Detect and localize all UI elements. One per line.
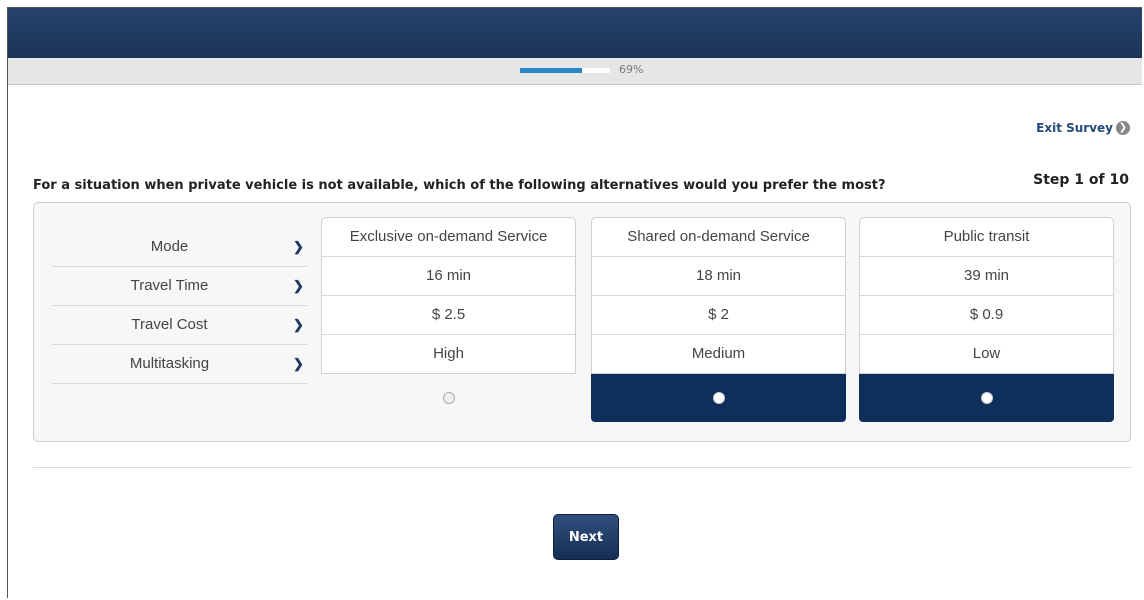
travel-time-cell: 18 min — [592, 257, 845, 296]
travel-cost-cell: $ 2.5 — [322, 296, 575, 335]
chevron-right-icon: ❯ — [293, 356, 304, 371]
multitasking-cell: Medium — [691, 345, 746, 362]
mode-cell: Public transit — [860, 218, 1113, 257]
step-indicator: Step 1 of 10 — [1033, 172, 1129, 188]
select-option-public-transit[interactable] — [859, 374, 1114, 422]
attribute-column: Mode ❯ Travel Time ❯ Travel Cost ❯ Multi… — [52, 228, 307, 384]
attribute-label: Mode — [150, 238, 189, 255]
mode-cell: Exclusive on-demand Service — [322, 218, 575, 257]
chevron-right-icon: ❯ — [293, 278, 304, 293]
chevron-right-icon: ❯ — [293, 239, 304, 254]
select-option-exclusive[interactable] — [321, 374, 576, 422]
attribute-label: Multitasking — [129, 355, 210, 372]
alternative-exclusive: Exclusive on-demand Service 16 min $ 2.5… — [321, 217, 576, 422]
header-bar — [8, 8, 1142, 58]
next-button[interactable]: Next — [553, 514, 619, 560]
travel-time-cell: 39 min — [860, 257, 1113, 296]
travel-cost-cell: $ 0.9 — [860, 296, 1113, 335]
multitasking-cell: Low — [972, 345, 1001, 362]
progress-bar — [520, 68, 610, 73]
multitasking-cell: High — [433, 345, 464, 362]
progress-fill — [520, 68, 583, 73]
alternative-card: Exclusive on-demand Service 16 min $ 2.5… — [321, 217, 576, 374]
attribute-row: Travel Cost ❯ — [52, 306, 307, 345]
progress-strip: 69% — [8, 58, 1142, 85]
attribute-row: Mode ❯ — [52, 228, 307, 267]
attribute-label: Travel Cost — [131, 316, 208, 333]
attribute-row: Travel Time ❯ — [52, 267, 307, 306]
travel-time-cell: 16 min — [322, 257, 575, 296]
chevron-right-icon: ❯ — [1116, 121, 1130, 135]
choice-table: Mode ❯ Travel Time ❯ Travel Cost ❯ Multi… — [33, 202, 1131, 442]
alternative-card: Shared on-demand Service 18 min $ 2 Medi… — [591, 217, 846, 374]
attribute-row: Multitasking ❯ — [52, 345, 307, 384]
survey-window: 69% Exit Survey ❯ Step 1 of 10 For a sit… — [7, 7, 1142, 598]
select-option-shared[interactable] — [591, 374, 846, 422]
exit-survey-label: Exit Survey — [1036, 121, 1113, 135]
progress-percent: 69% — [619, 63, 644, 76]
alternative-public-transit: Public transit 39 min $ 0.9 Low — [859, 217, 1114, 422]
divider — [33, 467, 1131, 468]
attribute-label: Travel Time — [130, 277, 209, 294]
exit-survey-link[interactable]: Exit Survey ❯ — [1036, 121, 1130, 135]
question-text: For a situation when private vehicle is … — [33, 178, 886, 193]
mode-cell: Shared on-demand Service — [592, 218, 845, 257]
travel-cost-cell: $ 2 — [592, 296, 845, 335]
radio-button[interactable] — [980, 392, 993, 404]
chevron-right-icon: ❯ — [293, 317, 304, 332]
radio-button[interactable] — [712, 392, 725, 404]
radio-button[interactable] — [442, 392, 455, 404]
alternative-shared: Shared on-demand Service 18 min $ 2 Medi… — [591, 217, 846, 422]
alternative-card: Public transit 39 min $ 0.9 Low — [859, 217, 1114, 374]
